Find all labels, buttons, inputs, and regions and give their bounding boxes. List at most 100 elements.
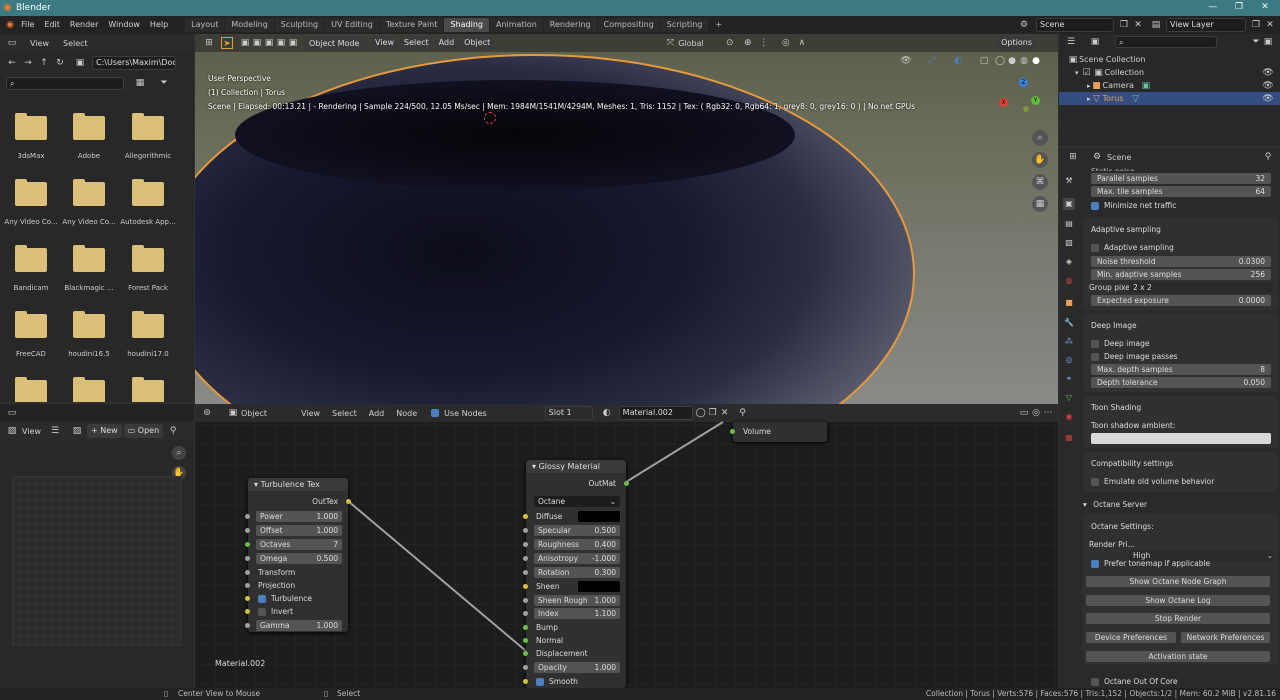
select-mode-icon[interactable]: ▣: [239, 37, 251, 49]
new-collection-icon[interactable]: ▣: [1262, 36, 1274, 48]
snap-icon[interactable]: ⊕: [742, 37, 754, 49]
folder-item[interactable]: Any Video Co...: [1, 179, 61, 242]
falloff-icon[interactable]: ∧: [796, 37, 808, 49]
modifier-tab-icon[interactable]: 🔧: [1063, 317, 1075, 329]
minimize-icon[interactable]: —: [1206, 2, 1220, 12]
omega-field[interactable]: Omega 0.500: [256, 553, 342, 564]
opacity-socket[interactable]: [523, 665, 528, 670]
folder-item[interactable]: 3dsMax: [1, 113, 61, 176]
sheen-rough-field[interactable]: Sheen Rough 1.000: [534, 595, 620, 606]
shading-solid-icon[interactable]: ●: [1006, 55, 1018, 67]
octaves-field[interactable]: Octaves 7: [256, 539, 342, 550]
gizmo-y-axis[interactable]: Y: [1031, 96, 1040, 105]
xray-icon[interactable]: ▢: [978, 55, 990, 67]
normal-socket[interactable]: [523, 638, 528, 643]
select-intersect-icon[interactable]: ▣: [287, 37, 299, 49]
perspective-icon[interactable]: ▦: [1032, 196, 1048, 212]
invert-checkbox[interactable]: Invert: [258, 606, 293, 617]
3d-cursor[interactable]: [484, 112, 496, 124]
specular-socket[interactable]: [523, 528, 528, 533]
tool-tab-icon[interactable]: ⚒: [1063, 175, 1075, 187]
gamma-socket[interactable]: [245, 623, 250, 628]
new-folder-icon[interactable]: ▣: [74, 57, 86, 69]
adaptive-sampling-checkbox[interactable]: Adaptive sampling: [1091, 242, 1271, 253]
index-socket[interactable]: [523, 611, 528, 616]
ie-menu-view[interactable]: View: [22, 427, 41, 436]
compatibility-title[interactable]: Compatibility settings: [1091, 458, 1271, 469]
sheen-color-swatch[interactable]: [578, 581, 620, 592]
invert-socket[interactable]: [245, 609, 250, 614]
roughness-field[interactable]: Roughness 0.400: [534, 539, 620, 550]
deep-image-passes-checkbox[interactable]: Deep image passes: [1091, 351, 1271, 362]
constraints-tab-icon[interactable]: ⚭: [1063, 373, 1075, 385]
folder-item[interactable]: Allegorithmic: [118, 113, 178, 176]
zoom-icon[interactable]: ⌕: [172, 446, 186, 460]
folder-item[interactable]: Adobe: [59, 113, 119, 176]
add-workspace-button[interactable]: +: [709, 18, 728, 32]
max-tile-samples-field[interactable]: Max. tile samples 64: [1091, 186, 1271, 197]
max-depth-samples-field[interactable]: Max. depth samples 8: [1091, 364, 1271, 375]
anisotropy-socket[interactable]: [523, 556, 528, 561]
particles-tab-icon[interactable]: ⁂: [1063, 336, 1075, 348]
view-layer-field[interactable]: View Layer: [1166, 18, 1246, 32]
pin-icon[interactable]: ⚲: [1262, 151, 1274, 163]
folder-item[interactable]: [118, 377, 178, 402]
tab-sculpting[interactable]: Sculpting: [274, 18, 325, 32]
opacity-field[interactable]: Opacity 1.000: [534, 662, 620, 673]
parent-dir-icon[interactable]: ↑: [38, 57, 50, 69]
editor-type-icon[interactable]: ▭: [6, 407, 18, 419]
glossy-material-node[interactable]: ▾ Glossy Material OutMat Octane ⌄ Diffuse…: [523, 460, 629, 688]
gamma-field[interactable]: Gamma 1.000: [256, 620, 342, 631]
vp-menu-select[interactable]: Select: [399, 36, 433, 50]
turbulence-socket[interactable]: [245, 596, 250, 601]
fb-menu-view[interactable]: View: [30, 39, 49, 48]
outliner-row-camera[interactable]: ▸ ■ Camera ▣ 👁: [1059, 79, 1280, 92]
outliner-row-torus[interactable]: ▸ ▽ Torus ▽ 👁: [1059, 92, 1280, 105]
tab-scripting[interactable]: Scripting: [660, 18, 709, 32]
eye-icon[interactable]: 👁: [1262, 80, 1274, 92]
maximize-icon[interactable]: ❐: [1232, 2, 1246, 12]
blender-menu-icon[interactable]: ◉: [4, 19, 16, 31]
back-icon[interactable]: ←: [6, 57, 18, 69]
material-tab-icon[interactable]: ◉: [1063, 411, 1075, 423]
menu-file[interactable]: File: [16, 16, 39, 34]
turbulence-checkbox[interactable]: Turbulence: [258, 593, 312, 604]
3d-viewport[interactable]: ⊞ ➤ ▣ ▣ ▣ ▣ ▣ Object Mode View Select Ad…: [195, 34, 1058, 404]
physics-tab-icon[interactable]: ◎: [1063, 354, 1075, 366]
folder-item[interactable]: houdini16.5: [59, 311, 119, 374]
editor-type-icon[interactable]: ⊞: [1067, 151, 1079, 163]
fb-search-input[interactable]: ⌕: [6, 76, 124, 90]
camera-icon[interactable]: ⌘: [1032, 174, 1048, 190]
tab-compositing[interactable]: Compositing: [597, 18, 660, 32]
bump-socket[interactable]: [523, 625, 528, 630]
folder-item[interactable]: houdini17.0: [118, 311, 178, 374]
select-subtract-icon[interactable]: ▣: [263, 37, 275, 49]
folder-item[interactable]: Autodesk App...: [118, 179, 178, 242]
snap-target-icon[interactable]: ⋮: [758, 37, 770, 49]
shading-rendered-icon[interactable]: ●: [1030, 55, 1042, 67]
outliner-row-collection[interactable]: ▾ ☑ ▣ Collection 👁: [1059, 66, 1280, 79]
outmat-socket[interactable]: [624, 481, 629, 486]
display-mode-icon[interactable]: ▦: [134, 77, 146, 89]
projection-socket[interactable]: [245, 583, 250, 588]
rotation-socket[interactable]: [523, 570, 528, 575]
volume-socket[interactable]: [730, 429, 735, 434]
stop-render-button[interactable]: Stop Render: [1086, 613, 1270, 624]
offset-field[interactable]: Offset 1.000: [256, 525, 342, 536]
vp-menu-view[interactable]: View: [371, 36, 398, 50]
noise-threshold-field[interactable]: Noise threshold 0.0300: [1091, 256, 1271, 267]
octane-out-of-core-checkbox[interactable]: Octane Out Of Core: [1091, 676, 1271, 687]
folder-item[interactable]: Blackmagic ...: [59, 245, 119, 308]
anisotropy-field[interactable]: Anisotropy -1.000: [534, 553, 620, 564]
deep-image-title[interactable]: Deep Image: [1091, 320, 1271, 331]
adaptive-sampling-title[interactable]: Adaptive sampling: [1091, 224, 1271, 235]
new-view-layer-icon[interactable]: ❐: [1250, 19, 1262, 31]
folder-item[interactable]: FreeCAD: [1, 311, 61, 374]
emulate-volume-checkbox[interactable]: Emulate old volume behavior: [1091, 476, 1271, 487]
diffuse-socket[interactable]: [523, 514, 528, 519]
octane-server-header[interactable]: ▾ Octane Server: [1083, 499, 1263, 510]
mesh-data-icon[interactable]: ▽: [1129, 93, 1141, 105]
editor-type-icon[interactable]: ▭: [6, 37, 18, 49]
tab-modeling[interactable]: Modeling: [225, 18, 274, 32]
image-editor-icon[interactable]: ▨: [6, 425, 18, 437]
